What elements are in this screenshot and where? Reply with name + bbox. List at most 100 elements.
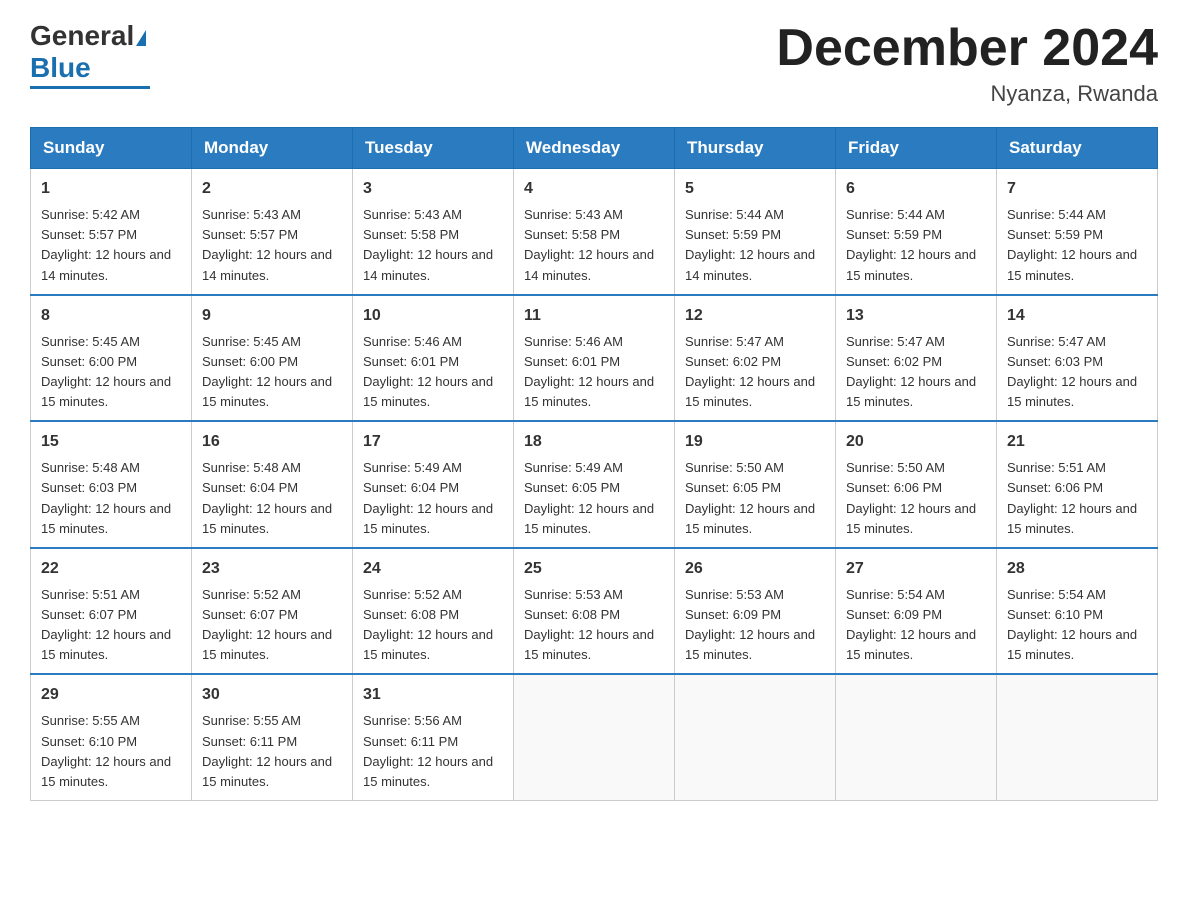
- calendar-cell: 4 Sunrise: 5:43 AMSunset: 5:58 PMDaylight…: [514, 169, 675, 295]
- day-number: 28: [1007, 557, 1147, 581]
- day-info: Sunrise: 5:47 AMSunset: 6:03 PMDaylight:…: [1007, 332, 1147, 413]
- calendar-cell: 5 Sunrise: 5:44 AMSunset: 5:59 PMDaylight…: [675, 169, 836, 295]
- calendar-header-row: Sunday Monday Tuesday Wednesday Thursday…: [31, 128, 1158, 169]
- calendar-cell: [514, 674, 675, 800]
- col-monday: Monday: [192, 128, 353, 169]
- calendar-cell: [675, 674, 836, 800]
- logo-general: General: [30, 20, 134, 51]
- day-number: 18: [524, 430, 664, 454]
- day-info: Sunrise: 5:53 AMSunset: 6:09 PMDaylight:…: [685, 585, 825, 666]
- day-number: 31: [363, 683, 503, 707]
- day-number: 25: [524, 557, 664, 581]
- day-info: Sunrise: 5:51 AMSunset: 6:06 PMDaylight:…: [1007, 458, 1147, 539]
- day-number: 12: [685, 304, 825, 328]
- day-info: Sunrise: 5:53 AMSunset: 6:08 PMDaylight:…: [524, 585, 664, 666]
- page-header: General Blue December 2024 Nyanza, Rwand…: [30, 20, 1158, 107]
- day-number: 30: [202, 683, 342, 707]
- day-info: Sunrise: 5:44 AMSunset: 5:59 PMDaylight:…: [846, 205, 986, 286]
- title-block: December 2024 Nyanza, Rwanda: [776, 20, 1158, 107]
- col-saturday: Saturday: [997, 128, 1158, 169]
- day-info: Sunrise: 5:48 AMSunset: 6:04 PMDaylight:…: [202, 458, 342, 539]
- logo-triangle-icon: [136, 30, 146, 46]
- calendar-cell: 16Sunrise: 5:48 AMSunset: 6:04 PMDayligh…: [192, 421, 353, 548]
- calendar-cell: 24 Sunrise: 5:52 AMSunset: 6:08 PMDayligh…: [353, 548, 514, 675]
- calendar-cell: 9 Sunrise: 5:45 AMSunset: 6:00 PMDaylight…: [192, 295, 353, 422]
- day-info: Sunrise: 5:43 AMSunset: 5:58 PMDaylight:…: [524, 205, 664, 286]
- day-number: 9: [202, 304, 342, 328]
- day-number: 5: [685, 177, 825, 201]
- day-number: 22: [41, 557, 181, 581]
- calendar-cell: 22 Sunrise: 5:51 AMSunset: 6:07 PMDayligh…: [31, 548, 192, 675]
- day-info: Sunrise: 5:47 AMSunset: 6:02 PMDaylight:…: [685, 332, 825, 413]
- day-info: Sunrise: 5:46 AMSunset: 6:01 PMDaylight:…: [363, 332, 503, 413]
- day-info: Sunrise: 5:43 AMSunset: 5:57 PMDaylight:…: [202, 205, 342, 286]
- day-number: 4: [524, 177, 664, 201]
- calendar-cell: 23Sunrise: 5:52 AMSunset: 6:07 PMDayligh…: [192, 548, 353, 675]
- day-info: Sunrise: 5:46 AMSunset: 6:01 PMDaylight:…: [524, 332, 664, 413]
- calendar-cell: 15 Sunrise: 5:48 AMSunset: 6:03 PMDayligh…: [31, 421, 192, 548]
- day-info: Sunrise: 5:44 AMSunset: 5:59 PMDaylight:…: [685, 205, 825, 286]
- day-info: Sunrise: 5:51 AMSunset: 6:07 PMDaylight:…: [41, 585, 181, 666]
- day-info: Sunrise: 5:54 AMSunset: 6:09 PMDaylight:…: [846, 585, 986, 666]
- day-info: Sunrise: 5:47 AMSunset: 6:02 PMDaylight:…: [846, 332, 986, 413]
- col-friday: Friday: [836, 128, 997, 169]
- day-info: Sunrise: 5:50 AMSunset: 6:06 PMDaylight:…: [846, 458, 986, 539]
- day-number: 24: [363, 557, 503, 581]
- calendar-cell: 12 Sunrise: 5:47 AMSunset: 6:02 PMDayligh…: [675, 295, 836, 422]
- day-info: Sunrise: 5:49 AMSunset: 6:05 PMDaylight:…: [524, 458, 664, 539]
- calendar-cell: 30 Sunrise: 5:55 AMSunset: 6:11 PMDayligh…: [192, 674, 353, 800]
- day-number: 19: [685, 430, 825, 454]
- day-number: 2: [202, 177, 342, 201]
- calendar-cell: 8Sunrise: 5:45 AMSunset: 6:00 PMDaylight…: [31, 295, 192, 422]
- calendar-cell: 18 Sunrise: 5:49 AMSunset: 6:05 PMDayligh…: [514, 421, 675, 548]
- day-number: 14: [1007, 304, 1147, 328]
- calendar-cell: 27 Sunrise: 5:54 AMSunset: 6:09 PMDayligh…: [836, 548, 997, 675]
- day-info: Sunrise: 5:56 AMSunset: 6:11 PMDaylight:…: [363, 711, 503, 792]
- calendar-cell: 1 Sunrise: 5:42 AMSunset: 5:57 PMDaylight…: [31, 169, 192, 295]
- day-number: 15: [41, 430, 181, 454]
- day-number: 7: [1007, 177, 1147, 201]
- day-info: Sunrise: 5:50 AMSunset: 6:05 PMDaylight:…: [685, 458, 825, 539]
- calendar-cell: 31 Sunrise: 5:56 AMSunset: 6:11 PMDayligh…: [353, 674, 514, 800]
- col-tuesday: Tuesday: [353, 128, 514, 169]
- logo-text: General Blue: [30, 20, 146, 84]
- calendar-week-5: 29Sunrise: 5:55 AMSunset: 6:10 PMDayligh…: [31, 674, 1158, 800]
- calendar-cell: 14 Sunrise: 5:47 AMSunset: 6:03 PMDayligh…: [997, 295, 1158, 422]
- day-number: 21: [1007, 430, 1147, 454]
- calendar-cell: 11Sunrise: 5:46 AMSunset: 6:01 PMDayligh…: [514, 295, 675, 422]
- day-info: Sunrise: 5:45 AMSunset: 6:00 PMDaylight:…: [202, 332, 342, 413]
- calendar-cell: 6Sunrise: 5:44 AMSunset: 5:59 PMDaylight…: [836, 169, 997, 295]
- day-number: 26: [685, 557, 825, 581]
- calendar-cell: 26 Sunrise: 5:53 AMSunset: 6:09 PMDayligh…: [675, 548, 836, 675]
- calendar-cell: 25 Sunrise: 5:53 AMSunset: 6:08 PMDayligh…: [514, 548, 675, 675]
- day-info: Sunrise: 5:42 AMSunset: 5:57 PMDaylight:…: [41, 205, 181, 286]
- day-number: 27: [846, 557, 986, 581]
- day-number: 1: [41, 177, 181, 201]
- calendar-cell: 17Sunrise: 5:49 AMSunset: 6:04 PMDayligh…: [353, 421, 514, 548]
- calendar-week-4: 22 Sunrise: 5:51 AMSunset: 6:07 PMDayligh…: [31, 548, 1158, 675]
- logo: General Blue: [30, 20, 150, 89]
- day-info: Sunrise: 5:48 AMSunset: 6:03 PMDaylight:…: [41, 458, 181, 539]
- day-info: Sunrise: 5:55 AMSunset: 6:10 PMDaylight:…: [41, 711, 181, 792]
- day-number: 23: [202, 557, 342, 581]
- location-subtitle: Nyanza, Rwanda: [776, 81, 1158, 107]
- day-number: 20: [846, 430, 986, 454]
- day-info: Sunrise: 5:43 AMSunset: 5:58 PMDaylight:…: [363, 205, 503, 286]
- logo-blue: Blue: [30, 52, 91, 83]
- calendar-cell: 28 Sunrise: 5:54 AMSunset: 6:10 PMDayligh…: [997, 548, 1158, 675]
- day-number: 8: [41, 304, 181, 328]
- col-thursday: Thursday: [675, 128, 836, 169]
- day-number: 3: [363, 177, 503, 201]
- day-info: Sunrise: 5:52 AMSunset: 6:08 PMDaylight:…: [363, 585, 503, 666]
- calendar-cell: 13Sunrise: 5:47 AMSunset: 6:02 PMDayligh…: [836, 295, 997, 422]
- col-wednesday: Wednesday: [514, 128, 675, 169]
- calendar-cell: 20 Sunrise: 5:50 AMSunset: 6:06 PMDayligh…: [836, 421, 997, 548]
- calendar-cell: 21 Sunrise: 5:51 AMSunset: 6:06 PMDayligh…: [997, 421, 1158, 548]
- col-sunday: Sunday: [31, 128, 192, 169]
- day-info: Sunrise: 5:44 AMSunset: 5:59 PMDaylight:…: [1007, 205, 1147, 286]
- day-info: Sunrise: 5:54 AMSunset: 6:10 PMDaylight:…: [1007, 585, 1147, 666]
- logo-underline: [30, 86, 150, 89]
- day-info: Sunrise: 5:55 AMSunset: 6:11 PMDaylight:…: [202, 711, 342, 792]
- calendar-week-3: 15 Sunrise: 5:48 AMSunset: 6:03 PMDayligh…: [31, 421, 1158, 548]
- day-number: 10: [363, 304, 503, 328]
